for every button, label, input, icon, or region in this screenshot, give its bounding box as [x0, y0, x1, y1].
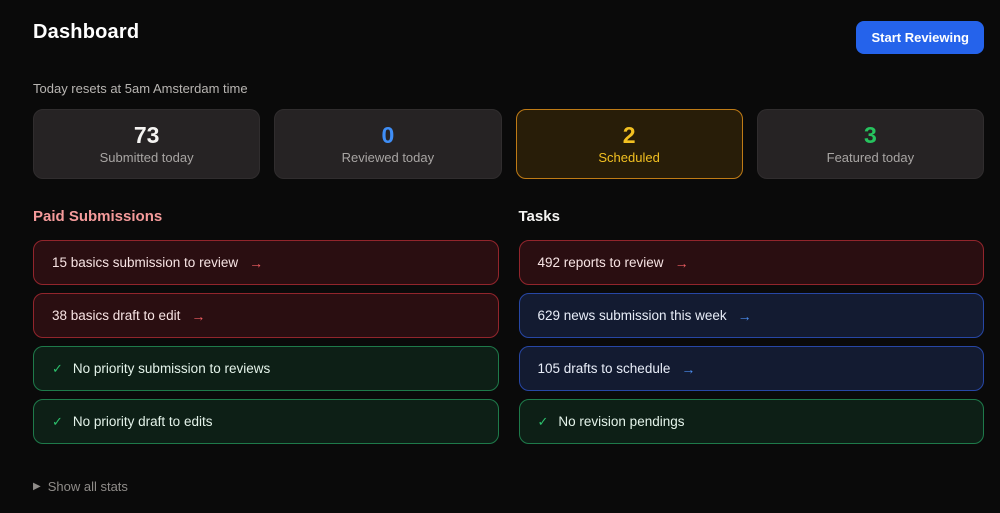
reset-time-note: Today resets at 5am Amsterdam time [33, 81, 248, 96]
stat-value-featured: 3 [863, 121, 877, 148]
stat-label-scheduled: Scheduled [598, 149, 660, 165]
paid-submissions-title: Paid Submissions [33, 208, 163, 225]
stat-card-submitted: 73 Submitted today [33, 109, 261, 179]
list-item-label: 38 basics draft to edit [52, 308, 181, 323]
arrow-right-icon: → [737, 307, 752, 324]
tasks-section: Tasks 492 reports to review → 629 news s… [518, 208, 984, 452]
list-item-label: 15 basics submission to review [52, 255, 239, 270]
list-item-label: No priority draft to edits [72, 414, 213, 429]
list-item-label: No revision pendings [558, 414, 685, 429]
list-item-basics-draft[interactable]: 38 basics draft to edit → [33, 293, 499, 338]
stat-value-scheduled: 2 [622, 121, 636, 148]
list-item-no-priority-submission: ✓ No priority submission to reviews [33, 346, 499, 391]
list-item-label: 629 news submission this week [537, 308, 727, 323]
list-item-no-revision-pending: ✓ No revision pendings [518, 399, 984, 444]
triangle-right-icon: ▶ [33, 481, 41, 492]
stats-row: 73 Submitted today 0 Reviewed today 2 Sc… [33, 109, 984, 179]
list-item-label: No priority submission to reviews [72, 361, 271, 376]
list-item-no-priority-draft: ✓ No priority draft to edits [33, 399, 499, 444]
list-item-label: 492 reports to review [537, 255, 664, 270]
stat-value-submitted: 73 [133, 121, 160, 148]
stat-label-reviewed: Reviewed today [341, 149, 435, 165]
dashboard-page: Dashboard Start Reviewing Today resets a… [0, 0, 1000, 494]
stat-card-scheduled: 2 Scheduled [515, 109, 743, 179]
check-icon: ✓ [537, 413, 549, 429]
arrow-right-icon: → [191, 307, 206, 324]
arrow-right-icon: → [674, 254, 689, 271]
check-icon: ✓ [52, 360, 63, 376]
page-title: Dashboard [33, 21, 140, 43]
list-item-drafts-to-schedule[interactable]: 105 drafts to schedule → [518, 346, 984, 391]
start-reviewing-button[interactable]: Start Reviewing [856, 21, 984, 54]
paid-submissions-section: Paid Submissions 15 basics submission to… [33, 208, 499, 452]
list-item-label: 105 drafts to schedule [537, 361, 671, 376]
stat-value-reviewed: 0 [381, 121, 395, 148]
stat-card-reviewed: 0 Reviewed today [274, 109, 502, 179]
task-columns: Paid Submissions 15 basics submission to… [33, 208, 984, 452]
arrow-right-icon: → [249, 254, 264, 271]
list-item-reports-to-review[interactable]: 492 reports to review → [518, 240, 984, 285]
show-all-stats-label: Show all stats [47, 479, 128, 494]
show-all-stats-toggle[interactable]: ▶ Show all stats [33, 479, 128, 494]
header: Dashboard Start Reviewing [33, 21, 984, 54]
tasks-title: Tasks [518, 208, 560, 225]
check-icon: ✓ [52, 413, 63, 429]
list-item-news-submission[interactable]: 629 news submission this week → [518, 293, 984, 338]
list-item-basics-submission[interactable]: 15 basics submission to review → [33, 240, 499, 285]
stat-label-submitted: Submitted today [99, 149, 194, 165]
stat-card-featured: 3 Featured today [756, 109, 984, 179]
arrow-right-icon: → [681, 360, 696, 377]
stat-label-featured: Featured today [826, 149, 915, 165]
